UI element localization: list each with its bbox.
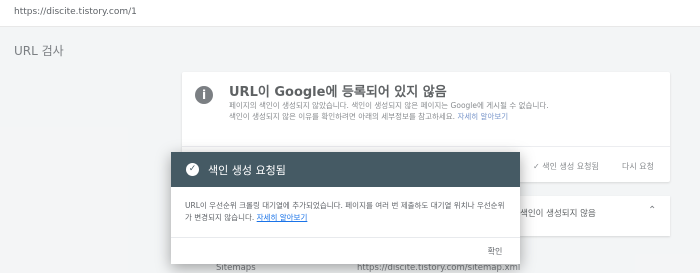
indexing-requested-dialog: ✓ 색인 생성 요청됨 URL이 우선순위 크롤링 대기열에 추가되었습니다. … bbox=[171, 152, 520, 264]
dialog-divider bbox=[171, 237, 520, 238]
dialog-learn-more-link[interactable]: 자세히 알아보기 bbox=[257, 213, 308, 222]
ok-button[interactable]: 확인 bbox=[477, 243, 513, 260]
url-text[interactable]: https://discite.tistory.com/1 bbox=[14, 7, 137, 17]
dialog-body-text: URL이 우선순위 크롤링 대기열에 추가되었습니다. 페이지를 여러 번 제출… bbox=[185, 201, 505, 222]
check-circle-icon: ✓ bbox=[186, 163, 199, 176]
dialog-body: URL이 우선순위 크롤링 대기열에 추가되었습니다. 페이지를 여러 번 제출… bbox=[185, 200, 507, 224]
dialog-title: 색인 생성 요청됨 bbox=[208, 164, 286, 177]
dialog-header: ✓ 색인 생성 요청됨 bbox=[171, 152, 520, 187]
address-bar[interactable]: https://discite.tistory.com/1 bbox=[0, 0, 700, 27]
